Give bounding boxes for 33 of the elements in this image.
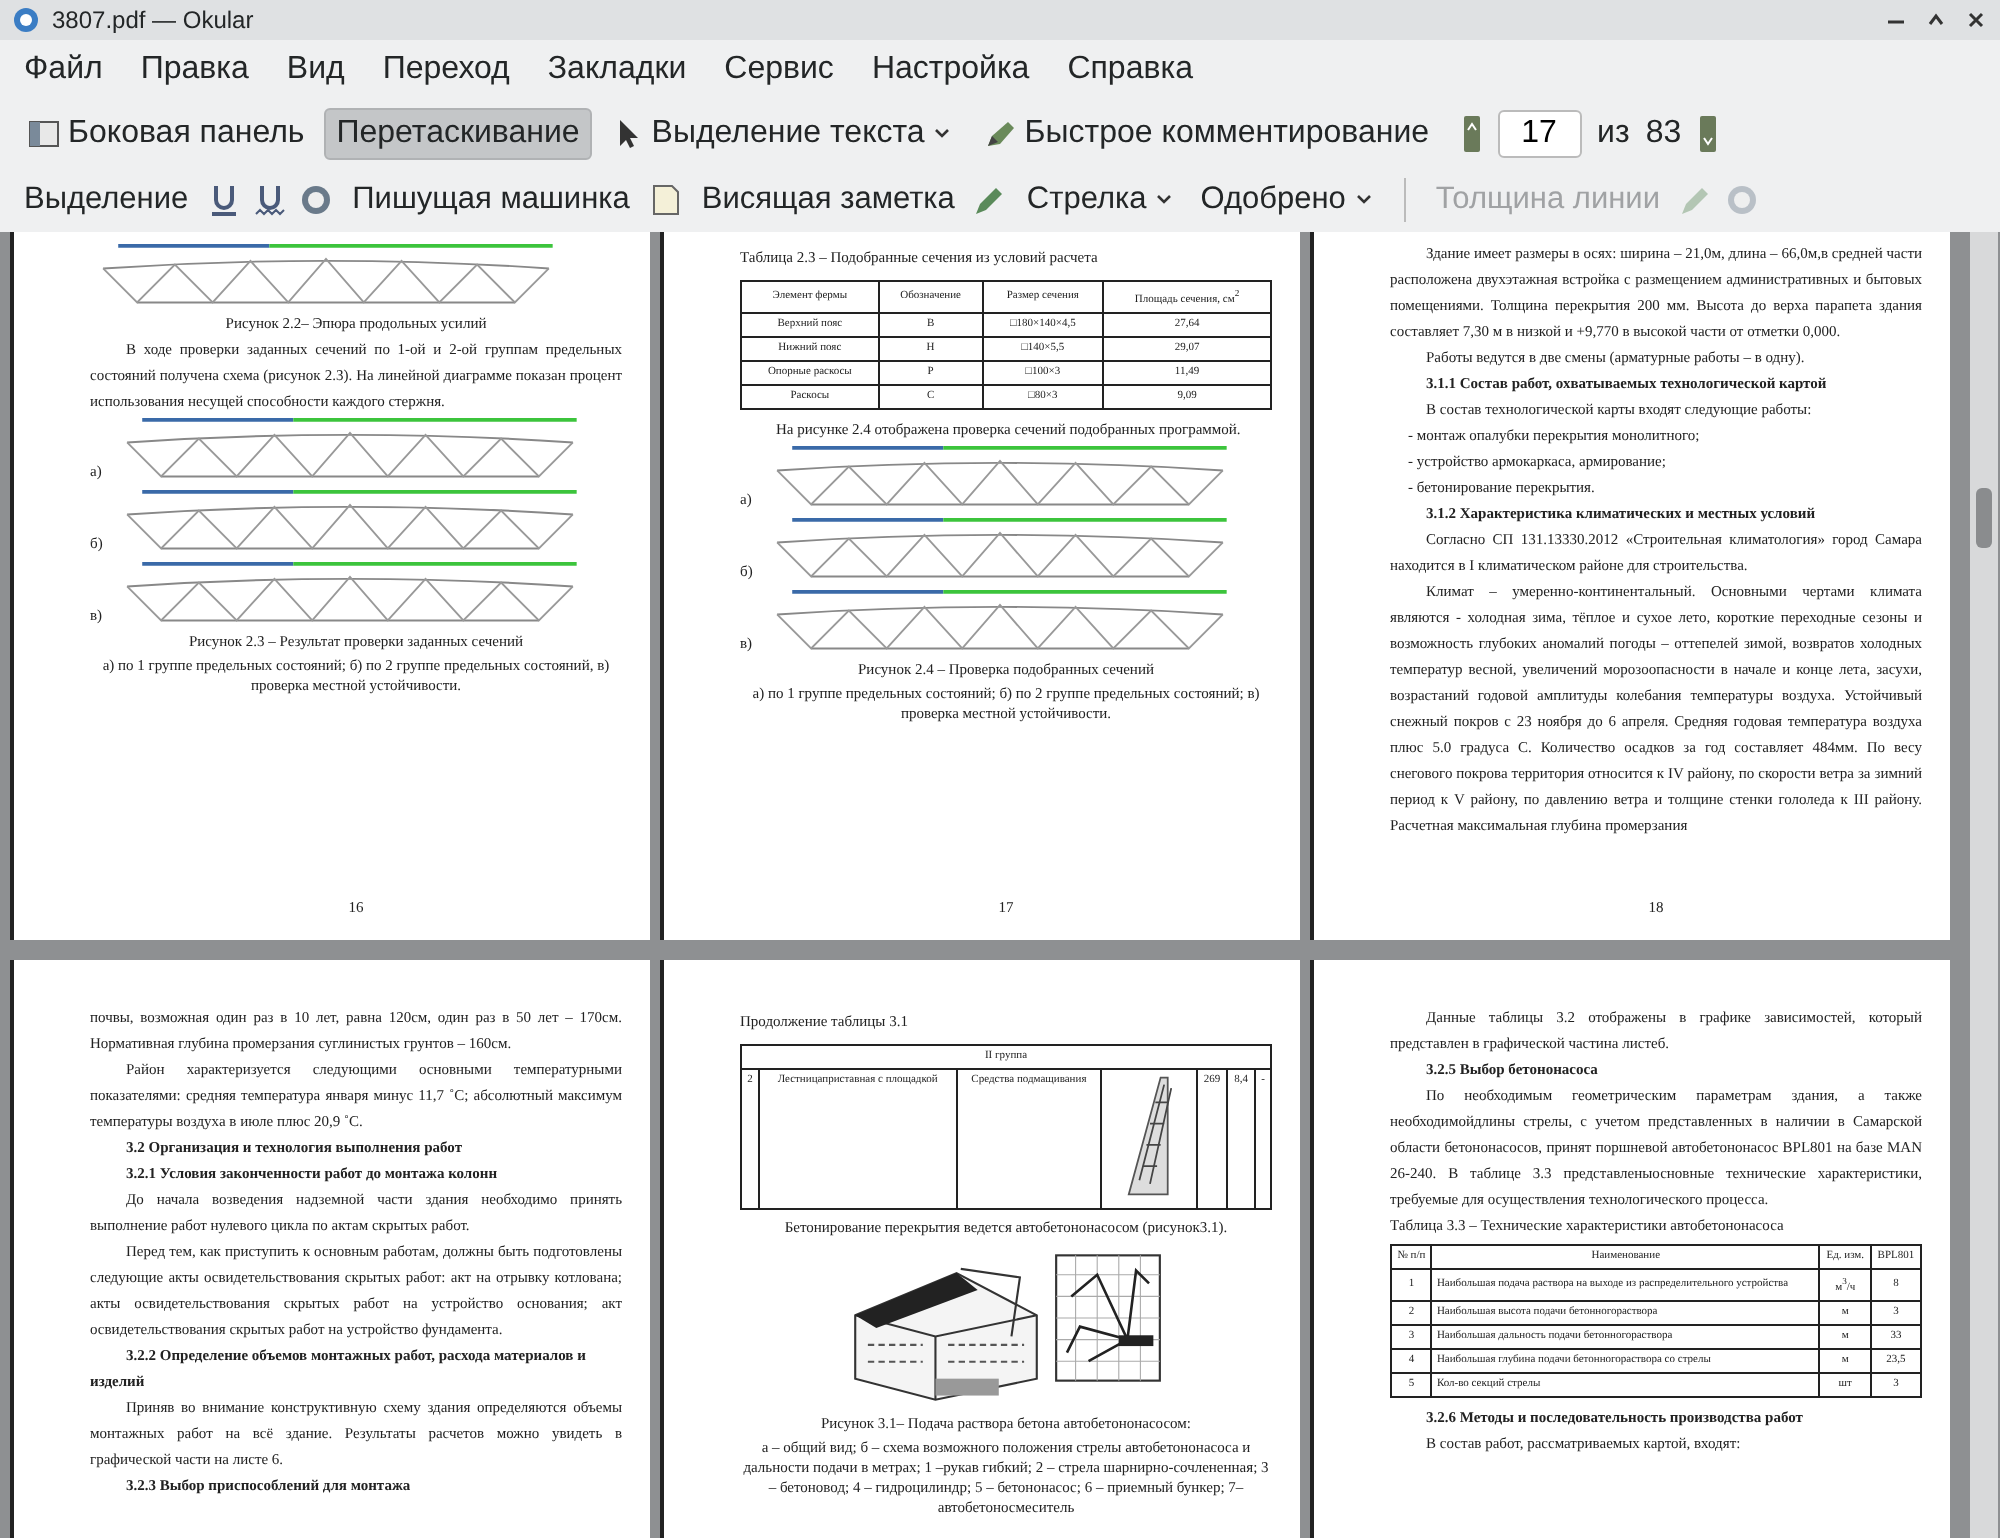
next-page-icon[interactable]: [1697, 114, 1718, 154]
toolbar-button[interactable]: Быстрое комментирование: [972, 108, 1442, 160]
page-number-field[interactable]: 17: [1497, 110, 1582, 158]
toolbar-button[interactable]: Висящая заметка: [693, 174, 963, 226]
page-count: 83: [1645, 116, 1682, 152]
toolbar-button[interactable]: Выделение текста: [599, 108, 965, 160]
stamp-icon[interactable]: [298, 182, 335, 218]
app-icon: [12, 6, 40, 34]
menu-item[interactable]: Переход: [382, 52, 510, 88]
squiggly-underline-icon[interactable]: [252, 182, 289, 218]
previous-page-icon[interactable]: [1461, 114, 1482, 154]
menu-item[interactable]: Правка: [140, 52, 249, 88]
close-icon[interactable]: [1964, 8, 1988, 32]
toolbar-button[interactable]: Пишущая машинка: [344, 174, 638, 226]
dropdown-button[interactable]: Стрелка: [1018, 174, 1183, 226]
boom-reach-chart-drawing: [1054, 1252, 1162, 1384]
toolbar-button[interactable]: Выделение: [16, 174, 197, 226]
menu-item[interactable]: Вид: [286, 52, 345, 88]
pen-icon: [984, 118, 1017, 150]
menu-item[interactable]: Файл: [24, 52, 103, 88]
menu-item[interactable]: Сервис: [724, 52, 834, 88]
menu-item[interactable]: Настройка: [871, 52, 1030, 88]
note-icon[interactable]: [647, 182, 684, 218]
toolbar-button[interactable]: Перетаскивание: [324, 108, 592, 160]
window-title: 3807.pdf — Okular: [52, 6, 254, 34]
menu-item[interactable]: Справка: [1067, 52, 1193, 88]
sidebar-icon: [28, 118, 60, 150]
scrollbar-thumb[interactable]: [1976, 488, 1992, 548]
dropdown-button[interactable]: Одобрено: [1192, 174, 1382, 226]
toolbar-button[interactable]: Боковая панель: [16, 108, 317, 160]
scrollbar[interactable]: [1970, 232, 1998, 1538]
page-of-label: из: [1597, 116, 1630, 152]
menu-item[interactable]: Закладки: [547, 52, 687, 88]
